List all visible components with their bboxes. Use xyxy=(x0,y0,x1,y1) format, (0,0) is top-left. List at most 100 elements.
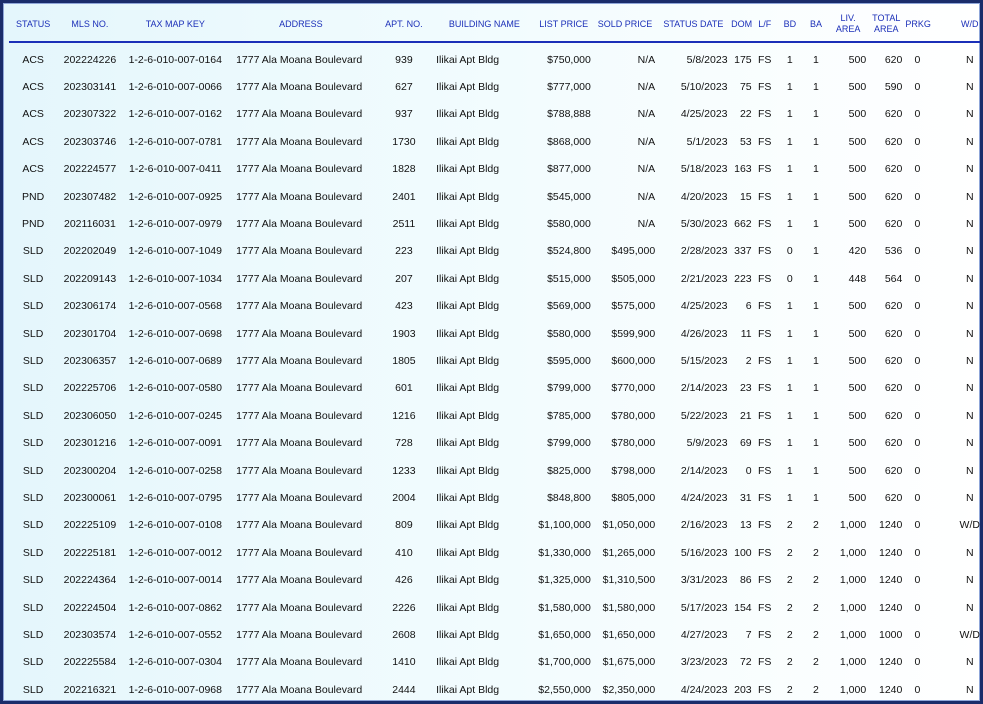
table-row[interactable]: SLD 202306357 1-2-6-010-007-0689 1777 Ala M… xyxy=(9,347,980,374)
column-header-dom[interactable]: DOM xyxy=(729,7,754,43)
cell-tax-map-key: 1-2-6-010-007-0979 xyxy=(128,218,222,231)
cell-lf: FS xyxy=(757,163,772,176)
column-header-status[interactable]: STATUS xyxy=(9,7,58,43)
cell-sold-price: $505,000 xyxy=(611,272,656,285)
table-row[interactable]: SLD 202209143 1-2-6-010-007-1034 1777 Ala M… xyxy=(9,265,980,292)
cell-bd: 1 xyxy=(786,163,793,176)
table-row[interactable]: SLD 202224504 1-2-6-010-007-0862 1777 Ala M… xyxy=(9,594,980,621)
table-row[interactable]: ACS 202307322 1-2-6-010-007-0162 1777 Ala M… xyxy=(9,101,980,128)
cell-list-price: $1,650,000 xyxy=(538,628,591,641)
table-row[interactable]: SLD 202306174 1-2-6-010-007-0568 1777 Ala M… xyxy=(9,293,980,320)
cell-wd: N xyxy=(965,574,974,587)
cell-bd: 2 xyxy=(786,628,793,641)
column-header-apt-no[interactable]: APT. NO. xyxy=(373,7,435,43)
table-row[interactable]: ACS 202224577 1-2-6-010-007-0411 1777 Ala M… xyxy=(9,156,980,183)
cell-mls-no: 202306174 xyxy=(63,300,117,313)
cell-building-name: Ilikai Apt Bldg xyxy=(436,601,500,614)
table-row[interactable]: PND 202307482 1-2-6-010-007-0925 1777 Ala M… xyxy=(9,183,980,210)
cell-liv-area: 500 xyxy=(848,53,867,66)
column-header-bd[interactable]: BD xyxy=(775,7,804,43)
cell-ba: 1 xyxy=(813,354,819,367)
cell-sold-price: N/A xyxy=(637,218,656,231)
column-header-sold-price[interactable]: SOLD PRICE xyxy=(592,7,658,43)
cell-sold-price: N/A xyxy=(637,190,656,203)
column-header-status-date[interactable]: STATUS DATE xyxy=(657,7,730,43)
cell-building-name: Ilikai Apt Bldg xyxy=(436,245,500,258)
cell-mls-no: 202306050 xyxy=(63,409,117,422)
cell-prkg: 0 xyxy=(914,245,921,258)
cell-status-date: 2/14/2023 xyxy=(680,464,728,477)
cell-total-area: 1000 xyxy=(879,628,903,641)
cell-address: 1777 Ala Moana Boulevard xyxy=(236,300,363,313)
cell-apt-no: 2401 xyxy=(392,190,416,203)
column-header-liv-area[interactable]: LIV. AREA xyxy=(828,7,869,43)
cell-status: ACS xyxy=(22,108,44,121)
cell-prkg: 0 xyxy=(914,108,921,121)
table-row[interactable]: SLD 202216321 1-2-6-010-007-0968 1777 Ala M… xyxy=(9,676,980,701)
cell-mls-no: 202300061 xyxy=(63,491,117,504)
column-header-total-area[interactable]: TOTAL AREA xyxy=(868,7,905,43)
cell-ba: 1 xyxy=(813,272,819,285)
column-header-list-price[interactable]: LIST PRICE xyxy=(534,7,593,43)
cell-status: SLD xyxy=(22,601,44,614)
cell-mls-no: 202224364 xyxy=(63,574,117,587)
cell-prkg: 0 xyxy=(914,190,921,203)
header-row: STATUS MLS NO. TAX MAP KEY ADDRESS APT. NO. B… xyxy=(9,7,980,43)
cell-status: PND xyxy=(22,190,45,203)
table-row[interactable]: SLD 202225181 1-2-6-010-007-0012 1777 Ala M… xyxy=(9,539,980,566)
column-header-mls-no[interactable]: MLS NO. xyxy=(57,7,123,43)
cell-building-name: Ilikai Apt Bldg xyxy=(436,656,500,669)
table-row[interactable]: SLD 202225109 1-2-6-010-007-0108 1777 Ala M… xyxy=(9,512,980,539)
table-row[interactable]: PND 202116031 1-2-6-010-007-0979 1777 Ala M… xyxy=(9,210,980,237)
column-header-building-name[interactable]: BUILDING NAME xyxy=(434,7,535,43)
table-row[interactable]: SLD 202300204 1-2-6-010-007-0258 1777 Ala M… xyxy=(9,457,980,484)
table-row[interactable]: SLD 202202049 1-2-6-010-007-1049 1777 Ala M… xyxy=(9,238,980,265)
cell-mls-no: 202224226 xyxy=(63,53,117,66)
cell-building-name: Ilikai Apt Bldg xyxy=(436,491,500,504)
cell-status: SLD xyxy=(22,574,44,587)
table-row[interactable]: SLD 202306050 1-2-6-010-007-0245 1777 Ala M… xyxy=(9,402,980,429)
cell-lf: FS xyxy=(757,601,772,614)
cell-total-area: 1240 xyxy=(879,546,903,559)
cell-apt-no: 939 xyxy=(395,53,413,66)
cell-prkg: 0 xyxy=(914,574,921,587)
cell-wd: N xyxy=(965,464,974,477)
column-header-prkg[interactable]: PRKG xyxy=(904,7,931,43)
cell-wd: N xyxy=(965,218,974,231)
cell-sold-price: $2,350,000 xyxy=(602,683,656,696)
cell-address: 1777 Ala Moana Boulevard xyxy=(236,135,363,148)
table-row[interactable]: SLD 202303574 1-2-6-010-007-0552 1777 Ala M… xyxy=(9,621,980,648)
table-row[interactable]: SLD 202225584 1-2-6-010-007-0304 1777 Ala M… xyxy=(9,649,980,676)
cell-address: 1777 Ala Moana Boulevard xyxy=(236,327,363,340)
column-header-wd[interactable]: W/D xyxy=(930,7,980,43)
cell-tax-map-key: 1-2-6-010-007-1049 xyxy=(128,245,222,258)
table-row[interactable]: SLD 202301704 1-2-6-010-007-0698 1777 Ala M… xyxy=(9,320,980,347)
table-row[interactable]: SLD 202225706 1-2-6-010-007-0580 1777 Ala M… xyxy=(9,375,980,402)
cell-bd: 2 xyxy=(786,601,793,614)
cell-total-area: 1240 xyxy=(879,683,903,696)
cell-mls-no: 202216321 xyxy=(63,683,117,696)
table-row[interactable]: ACS 202303141 1-2-6-010-007-0066 1777 Ala M… xyxy=(9,73,980,100)
cell-sold-price: $1,675,000 xyxy=(602,656,656,669)
cell-status-date: 5/16/2023 xyxy=(680,546,728,559)
cell-status-date: 5/1/2023 xyxy=(686,135,728,148)
cell-status-date: 5/9/2023 xyxy=(686,437,728,450)
cell-lf: FS xyxy=(757,546,772,559)
cell-dom: 15 xyxy=(739,190,752,203)
cell-ba: 1 xyxy=(813,245,819,258)
column-header-lf[interactable]: L/F xyxy=(753,7,776,43)
column-header-ba[interactable]: BA xyxy=(803,7,828,43)
cell-ba: 1 xyxy=(813,53,819,66)
cell-sold-price: $770,000 xyxy=(611,382,656,395)
cell-mls-no: 202116031 xyxy=(64,218,116,231)
table-row[interactable]: SLD 202301216 1-2-6-010-007-0091 1777 Ala M… xyxy=(9,429,980,456)
cell-address: 1777 Ala Moana Boulevard xyxy=(236,628,363,641)
cell-wd: N xyxy=(965,409,974,422)
column-header-tax-map-key[interactable]: TAX MAP KEY xyxy=(122,7,229,43)
cell-list-price: $799,000 xyxy=(547,437,591,450)
table-row[interactable]: ACS 202303746 1-2-6-010-007-0781 1777 Ala M… xyxy=(9,128,980,155)
table-row[interactable]: SLD 202300061 1-2-6-010-007-0795 1777 Ala M… xyxy=(9,484,980,511)
column-header-address[interactable]: ADDRESS xyxy=(228,7,374,43)
table-row[interactable]: SLD 202224364 1-2-6-010-007-0014 1777 Ala M… xyxy=(9,566,980,593)
table-row[interactable]: ACS 202224226 1-2-6-010-007-0164 1777 Ala M… xyxy=(9,46,980,73)
